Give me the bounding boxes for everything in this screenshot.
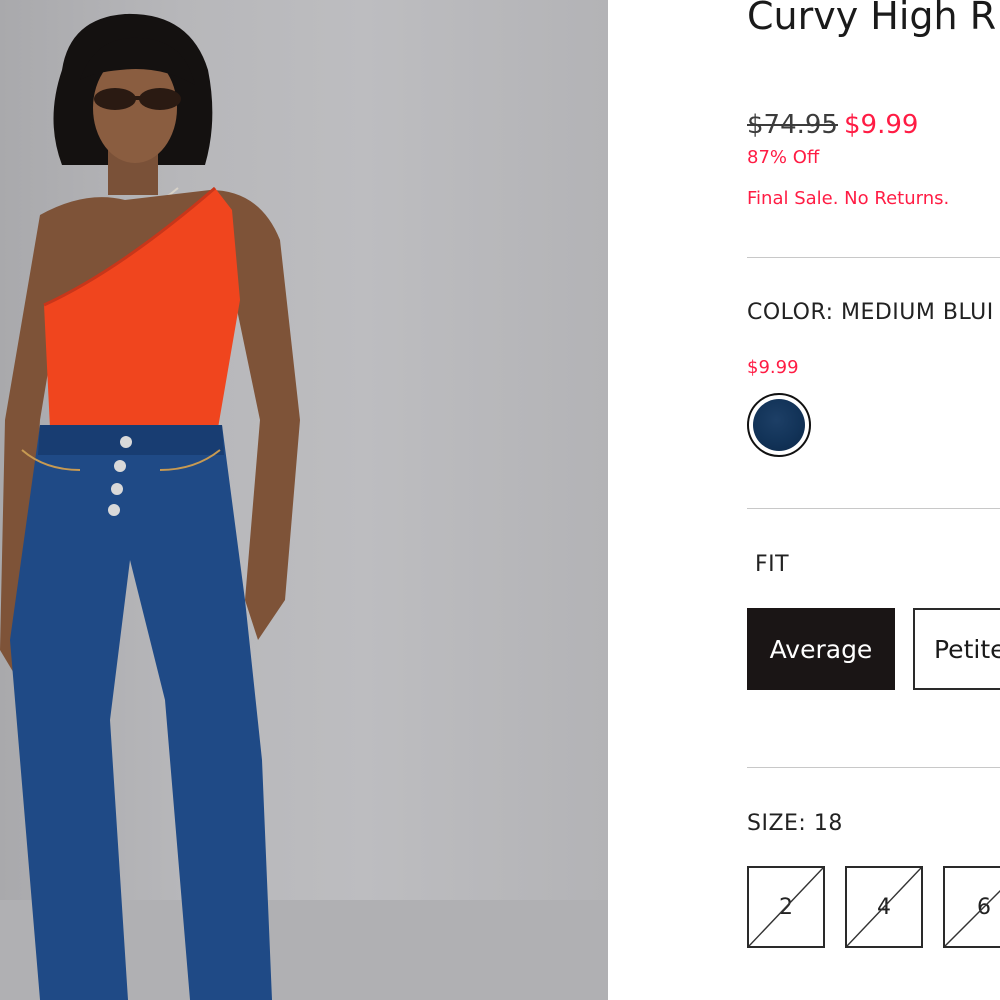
- model-illustration: [0, 13, 608, 1000]
- divider: [747, 767, 1000, 768]
- color-price: $9.99: [747, 357, 799, 378]
- divider: [747, 508, 1000, 509]
- unavailable-slash-icon: [749, 868, 823, 946]
- original-price: $74.95: [747, 110, 838, 140]
- unavailable-slash-icon: [945, 889, 1000, 946]
- discount-text: 87% Off: [747, 147, 820, 168]
- fit-option-petite[interactable]: Petite: [913, 608, 1000, 690]
- color-label: COLOR: MEDIUM BLUI: [747, 300, 994, 325]
- color-swatch-medium-blue[interactable]: [747, 393, 811, 457]
- sale-price: $9.99: [843, 110, 919, 140]
- product-image[interactable]: [0, 0, 608, 1000]
- size-option-4[interactable]: 4: [845, 866, 923, 948]
- final-sale-notice: Final Sale. No Returns.: [747, 188, 950, 209]
- price-row: $74.95 $9.99: [747, 110, 918, 140]
- size-option-2[interactable]: 2: [747, 866, 825, 948]
- product-title: Curvy High R: [747, 0, 997, 38]
- unavailable-slash-icon: [847, 868, 921, 946]
- fit-option-average[interactable]: Average: [747, 608, 895, 690]
- swatch-fill: [753, 399, 805, 451]
- size-option-6[interactable]: 6: [943, 866, 1000, 948]
- divider: [747, 257, 1000, 258]
- size-label: SIZE: 18: [747, 811, 843, 836]
- fit-label: FIT: [755, 552, 790, 577]
